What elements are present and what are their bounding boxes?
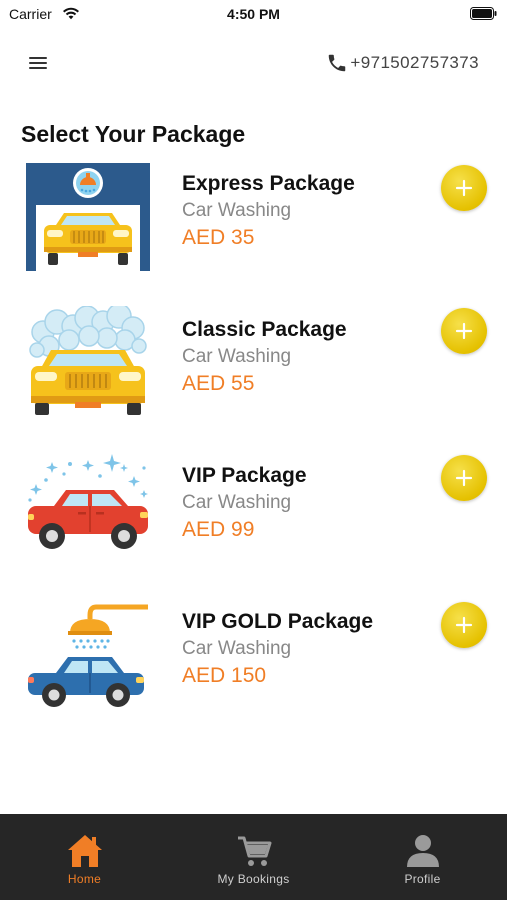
package-price: AED 150 — [182, 664, 267, 687]
page-title: Select Your Package — [21, 121, 246, 147]
nav-item-home[interactable]: Home — [0, 814, 169, 900]
app-header: +971502757373 — [0, 40, 507, 86]
cart-icon — [237, 836, 271, 866]
car-under-shower-illustration — [28, 604, 148, 707]
package-name: VIP Package — [182, 464, 307, 487]
bottom-navigation: Home My Bookings Profile — [0, 814, 507, 900]
hamburger-menu-icon[interactable] — [28, 54, 50, 72]
add-vip-gold-button[interactable] — [441, 602, 487, 648]
plus-icon — [455, 469, 473, 487]
user-icon — [406, 835, 439, 867]
package-price: AED 99 — [182, 518, 255, 541]
battery-icon — [470, 7, 497, 20]
phone-number: +971502757373 — [350, 53, 479, 72]
package-item-classic[interactable]: Classic Package Car Washing AED 55 — [0, 306, 507, 438]
package-category: Car Washing — [182, 200, 292, 221]
package-name: VIP GOLD Package — [182, 610, 374, 633]
car-foam-wash-illustration — [29, 306, 147, 415]
package-name: Classic Package — [182, 318, 347, 341]
sparkling-red-car-illustration — [28, 454, 148, 549]
nav-label: Profile — [404, 872, 441, 886]
package-price: AED 35 — [182, 226, 255, 249]
package-price: AED 55 — [182, 372, 255, 395]
car-wash-garage-illustration — [26, 163, 150, 271]
phone-contact[interactable]: +971502757373 — [326, 52, 479, 74]
package-category: Car Washing — [182, 638, 292, 659]
package-item-vip-gold[interactable]: VIP GOLD Package Car Washing AED 150 — [0, 600, 507, 730]
add-classic-button[interactable] — [441, 308, 487, 354]
plus-icon — [455, 322, 473, 340]
package-item-vip[interactable]: VIP Package Car Washing AED 99 — [0, 454, 507, 584]
nav-label: My Bookings — [217, 872, 290, 886]
package-category: Car Washing — [182, 346, 292, 367]
home-icon — [67, 835, 102, 867]
phone-icon — [329, 54, 346, 72]
nav-item-my-bookings[interactable]: My Bookings — [169, 814, 338, 900]
status-bar: Carrier 4:50 PM — [0, 0, 507, 28]
package-item-express[interactable]: Express Package Car Washing AED 35 — [0, 162, 507, 292]
plus-icon — [455, 616, 473, 634]
add-vip-button[interactable] — [441, 455, 487, 501]
nav-label: Home — [67, 872, 102, 886]
add-express-button[interactable] — [441, 165, 487, 211]
plus-icon — [455, 179, 473, 197]
status-time: 4:50 PM — [227, 6, 280, 22]
nav-item-profile[interactable]: Profile — [338, 814, 507, 900]
package-name: Express Package — [182, 172, 355, 195]
package-category: Car Washing — [182, 492, 292, 513]
